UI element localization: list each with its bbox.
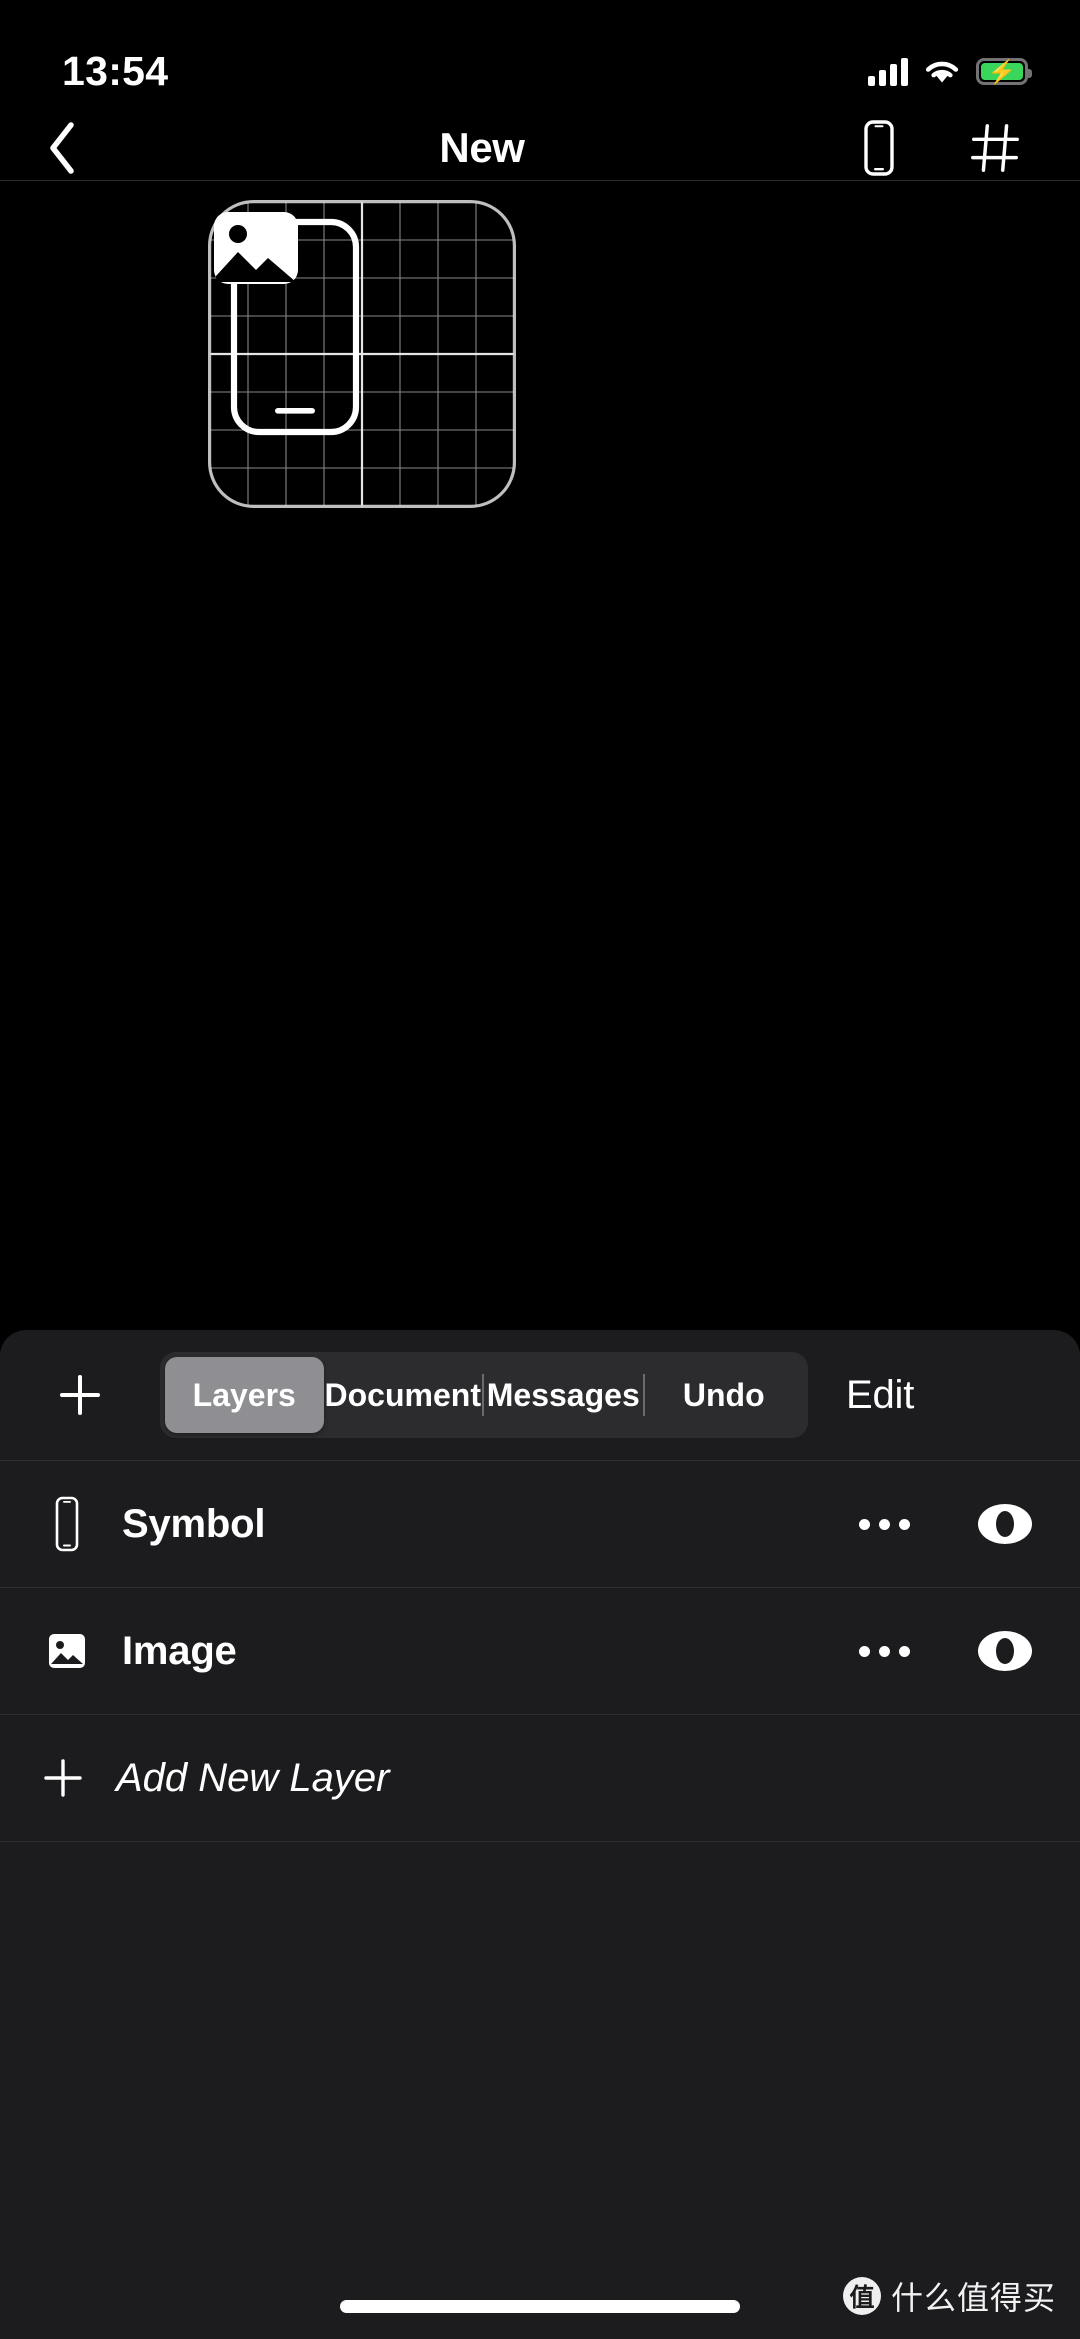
plus-icon <box>60 1375 100 1415</box>
battery-charging-icon: ⚡ <box>976 58 1032 85</box>
visibility-toggle-symbol[interactable] <box>972 1499 1038 1549</box>
segmented-control[interactable]: Layers Document Messages Undo <box>160 1352 808 1438</box>
photo-image-icon-overlay <box>214 212 298 284</box>
page-title: New <box>439 123 525 171</box>
more-options-icon[interactable] <box>859 1645 910 1657</box>
app-screen: 13:54 ⚡ New Layers Document Messages Und… <box>0 0 1080 2339</box>
watermark-logo: 值 <box>842 2277 881 2315</box>
chevron-left-icon <box>50 121 74 174</box>
navigation-bar: New <box>0 115 1080 181</box>
tab-messages-label: Messages <box>486 1376 640 1413</box>
tab-layers-label: Layers <box>192 1376 296 1413</box>
tab-undo[interactable]: Undo <box>645 1357 804 1433</box>
panel-toolbar: Layers Document Messages Undo Edit <box>0 1330 1080 1460</box>
layer-name-image: Image <box>122 1628 237 1673</box>
iphone-icon <box>34 1491 100 1557</box>
navigation-actions <box>852 117 1040 179</box>
tab-undo-label: Undo <box>682 1376 765 1413</box>
layer-name-symbol: Symbol <box>122 1501 266 1546</box>
edit-button[interactable]: Edit <box>846 1373 932 1418</box>
status-bar: 13:54 ⚡ <box>0 0 1080 115</box>
grid-toggle-button[interactable] <box>968 117 1022 179</box>
eye-visible-icon <box>978 1504 1032 1544</box>
home-indicator[interactable] <box>340 2300 740 2313</box>
layer-row-image[interactable]: Image <box>0 1587 1080 1714</box>
battery-bolt-icon: ⚡ <box>987 58 1017 84</box>
visibility-toggle-image[interactable] <box>972 1626 1038 1676</box>
iphone-icon <box>864 119 894 176</box>
tab-layers[interactable]: Layers <box>165 1357 324 1433</box>
watermark-text: 什么值得买 <box>890 2279 1056 2317</box>
photo-icon <box>34 1618 100 1684</box>
status-bar-indicators: ⚡ <box>868 57 1032 86</box>
add-button[interactable] <box>48 1363 112 1427</box>
tab-document-label: Document <box>324 1376 481 1413</box>
watermark: 值 什么值得买 <box>842 2273 1056 2319</box>
layer-row-symbol[interactable]: Symbol <box>0 1460 1080 1587</box>
more-options-icon[interactable] <box>859 1518 910 1530</box>
grid-hash-icon <box>971 123 1019 172</box>
back-button[interactable] <box>42 115 112 181</box>
device-preview-button[interactable] <box>852 117 906 179</box>
tab-document[interactable]: Document <box>324 1357 483 1433</box>
plus-icon <box>34 1753 92 1803</box>
add-new-layer-row[interactable]: Add New Layer <box>0 1714 1080 1842</box>
wifi-icon <box>925 61 959 82</box>
status-bar-time: 13:54 <box>62 48 169 94</box>
artboard-preview[interactable] <box>208 200 516 508</box>
tab-messages[interactable]: Messages <box>484 1357 643 1433</box>
eye-visible-icon <box>978 1631 1032 1671</box>
add-new-layer-label: Add New Layer <box>116 1755 390 1800</box>
bottom-panel: Layers Document Messages Undo Edit Symbo… <box>0 1330 1080 2339</box>
cellular-signal-icon <box>868 57 908 86</box>
canvas-area[interactable] <box>0 182 1080 1330</box>
